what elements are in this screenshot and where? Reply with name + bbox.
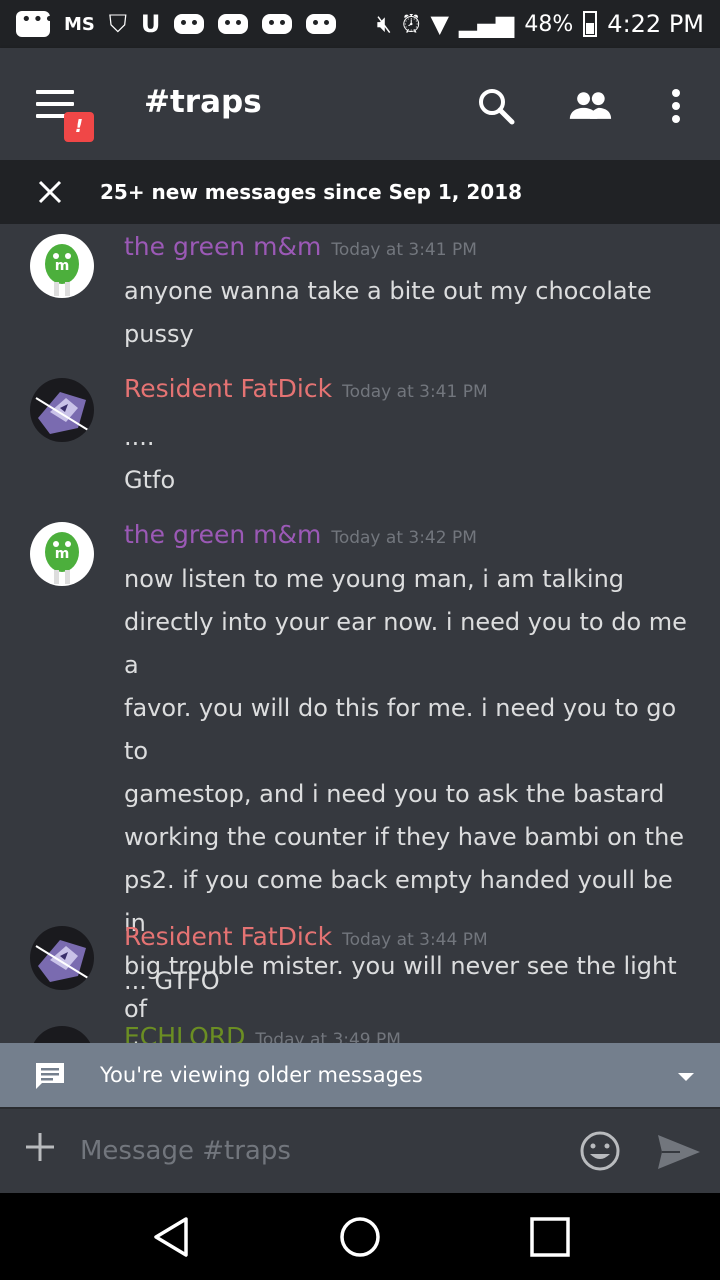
alarm-icon: ⏰︎ <box>401 10 421 38</box>
message-line: working the counter if they have bambi o… <box>124 823 685 851</box>
message-line: .... <box>124 423 155 451</box>
members-icon[interactable] <box>568 84 612 128</box>
discord-notification-icon <box>218 14 249 34</box>
discord-notification-icon <box>174 14 205 34</box>
author-name[interactable]: Resident FatDick <box>124 922 332 951</box>
message-line: anyone wanna take a bite out my chocolat… <box>124 277 652 305</box>
message-line: now listen to me young man, i am talking <box>124 565 625 593</box>
svg-text:m: m <box>55 258 70 274</box>
signal-icon: ▂▄▆ <box>459 10 515 38</box>
message-composer <box>0 1107 720 1193</box>
search-icon[interactable] <box>474 84 518 128</box>
close-icon[interactable] <box>36 178 64 206</box>
new-messages-bar[interactable]: 25+ new messages since Sep 1, 2018 <box>0 160 720 224</box>
discord-notification-icon <box>262 14 293 34</box>
message-author[interactable]: the green m&m Today at 3:42 PM <box>124 520 477 549</box>
message-timestamp: Today at 3:44 PM <box>342 930 488 950</box>
wifi-icon: ▼ <box>430 10 450 38</box>
author-name[interactable]: Resident FatDick <box>124 374 332 403</box>
chevron-down-icon[interactable] <box>678 1073 694 1081</box>
battery-icon <box>583 11 598 37</box>
older-messages-text: You're viewing older messages <box>100 1063 423 1087</box>
chat-bubble-icon <box>34 1061 66 1089</box>
avatar[interactable] <box>30 378 94 442</box>
message-timestamp: Today at 3:41 PM <box>342 382 488 402</box>
author-name[interactable]: the green m&m <box>124 520 321 549</box>
recents-icon[interactable] <box>526 1213 574 1261</box>
status-bar: MS ⛉ U 🔇︎ ⏰︎ ▼ ▂▄▆ 48% 4:22 PM <box>0 0 720 48</box>
clock: 4:22 PM <box>607 10 704 38</box>
send-icon[interactable] <box>656 1133 702 1171</box>
avatar[interactable] <box>30 1026 94 1044</box>
message-line: gamestop, and i need you to ask the bast… <box>124 780 665 808</box>
channel-title: #traps <box>144 84 262 120</box>
discord-notification-icon <box>306 14 337 34</box>
message-list[interactable]: m the green m&m Today at 3:41 PM anyone w… <box>0 224 720 1044</box>
message-timestamp: Today at 3:49 PM <box>255 1030 401 1044</box>
back-icon[interactable] <box>148 1213 196 1261</box>
author-name[interactable]: ECHLORD <box>124 1022 245 1044</box>
messages-notification-icon <box>16 9 56 37</box>
carrier-label: MS <box>64 13 95 35</box>
channel-header: ! #traps <box>0 48 720 160</box>
author-name[interactable]: the green m&m <box>124 232 321 261</box>
avatar[interactable]: m <box>30 234 94 298</box>
message-body: .... Gtfo <box>124 416 696 502</box>
message-author[interactable]: ECHLORD Today at 3:49 PM <box>124 1022 401 1044</box>
message-input[interactable] <box>80 1131 550 1171</box>
message-timestamp: Today at 3:42 PM <box>331 528 477 548</box>
u-app-icon: U <box>140 10 161 38</box>
message-line: favor. you will do this for me. i need y… <box>124 694 677 765</box>
svg-text:m: m <box>55 546 70 562</box>
message-line: directly into your ear now. i need you t… <box>124 608 687 679</box>
add-attachment-icon[interactable] <box>24 1131 56 1163</box>
mention-badge: ! <box>64 112 94 142</box>
avatar[interactable] <box>30 926 94 990</box>
message-timestamp: Today at 3:41 PM <box>331 240 477 260</box>
message-author[interactable]: Resident FatDick Today at 3:41 PM <box>124 374 488 403</box>
home-icon[interactable] <box>336 1213 384 1261</box>
emoji-icon[interactable] <box>578 1129 622 1173</box>
mute-icon: 🔇︎ <box>376 10 392 38</box>
message-author[interactable]: Resident FatDick Today at 3:44 PM <box>124 922 488 951</box>
older-messages-banner[interactable]: You're viewing older messages <box>0 1043 720 1107</box>
message-body: ... GTFO <box>124 960 696 1003</box>
message-line: Gtfo <box>124 466 176 494</box>
battery-percent: 48% <box>524 11 574 37</box>
overflow-menu-icon[interactable] <box>654 84 698 128</box>
message-line: pussy <box>124 320 194 348</box>
message-line: ... GTFO <box>124 967 220 995</box>
shield-icon: ⛉ <box>108 10 127 38</box>
message-body: anyone wanna take a bite out my chocolat… <box>124 270 696 356</box>
avatar[interactable]: m <box>30 522 94 586</box>
system-nav-bar <box>0 1193 720 1280</box>
new-messages-text: 25+ new messages since Sep 1, 2018 <box>100 180 523 204</box>
message-author[interactable]: the green m&m Today at 3:41 PM <box>124 232 477 261</box>
